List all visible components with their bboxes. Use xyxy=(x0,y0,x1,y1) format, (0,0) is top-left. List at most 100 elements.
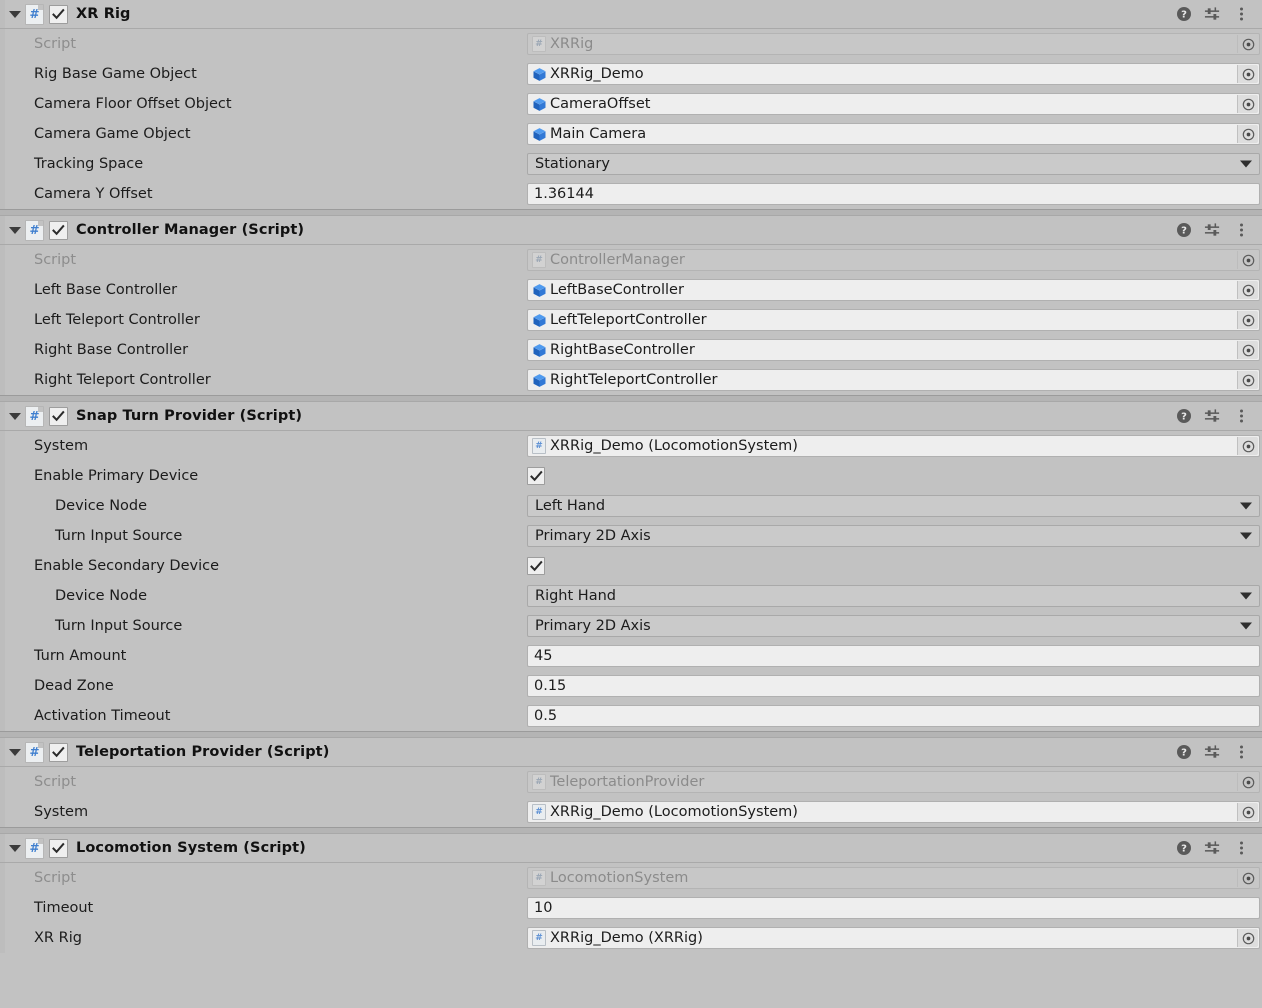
object-picker-icon[interactable] xyxy=(1237,311,1258,329)
foldout-arrow-icon[interactable] xyxy=(5,738,25,766)
help-icon[interactable]: ? xyxy=(1175,6,1192,23)
object-picker-icon[interactable] xyxy=(1237,341,1258,359)
script-file-icon: # xyxy=(25,3,44,25)
dropdown-field[interactable]: Left Hand xyxy=(527,495,1260,517)
foldout-arrow-icon[interactable] xyxy=(5,216,25,244)
text-input-field[interactable]: 45 xyxy=(527,645,1260,667)
header-left-strip xyxy=(0,0,5,28)
property-row: System # XRRig_Demo (LocomotionSystem) xyxy=(0,431,1262,461)
component-enabled-checkbox[interactable] xyxy=(49,406,68,426)
object-picker-icon[interactable] xyxy=(1237,251,1258,269)
property-row: Turn Input Source Primary 2D Axis xyxy=(0,521,1262,551)
component-enabled-checkbox[interactable] xyxy=(49,220,68,240)
foldout-arrow-icon[interactable] xyxy=(5,834,25,862)
dropdown-field[interactable]: Primary 2D Axis xyxy=(527,525,1260,547)
component-header[interactable]: # Locomotion System (Script)? xyxy=(0,834,1262,863)
header-icon-group: ? xyxy=(1175,6,1262,23)
text-input-field[interactable]: 0.5 xyxy=(527,705,1260,727)
component-header[interactable]: # Teleportation Provider (Script)? xyxy=(0,738,1262,767)
object-picker-icon[interactable] xyxy=(1237,281,1258,299)
text-input-field[interactable]: 1.36144 xyxy=(527,183,1260,205)
object-reference-field[interactable]: XRRig_Demo xyxy=(527,63,1260,85)
kebab-menu-icon[interactable] xyxy=(1233,840,1250,857)
kebab-menu-icon[interactable] xyxy=(1233,6,1250,23)
component-header[interactable]: # XR Rig? xyxy=(0,0,1262,29)
property-field: Primary 2D Axis xyxy=(527,611,1262,641)
object-reference-field[interactable]: LeftBaseController xyxy=(527,279,1260,301)
property-label: Turn Input Source xyxy=(55,618,183,634)
component-header[interactable]: # Controller Manager (Script)? xyxy=(0,216,1262,245)
preset-icon[interactable] xyxy=(1204,222,1221,239)
object-reference-field[interactable]: Main Camera xyxy=(527,123,1260,145)
object-reference-value: LocomotionSystem xyxy=(550,869,689,886)
property-row: Camera Game Object Main Camera xyxy=(0,119,1262,149)
svg-text:?: ? xyxy=(1181,844,1187,855)
dropdown-field[interactable]: Primary 2D Axis xyxy=(527,615,1260,637)
property-row: Script # LocomotionSystem xyxy=(0,863,1262,893)
kebab-menu-icon[interactable] xyxy=(1233,408,1250,425)
component-header[interactable]: # Snap Turn Provider (Script)? xyxy=(0,402,1262,431)
text-input-value: 10 xyxy=(534,900,553,916)
property-row: Camera Floor Offset Object CameraOffset xyxy=(0,89,1262,119)
property-field: # XRRig_Demo (LocomotionSystem) xyxy=(527,431,1262,461)
object-picker-icon[interactable] xyxy=(1237,371,1258,389)
object-reference-field[interactable]: # ControllerManager xyxy=(527,249,1260,271)
object-reference-field[interactable]: # XRRig_Demo (XRRig) xyxy=(527,927,1260,949)
component-separator xyxy=(0,731,1262,738)
object-reference-field[interactable]: RightTeleportController xyxy=(527,369,1260,391)
object-picker-icon[interactable] xyxy=(1237,803,1258,821)
preset-icon[interactable] xyxy=(1204,840,1221,857)
component-enabled-checkbox[interactable] xyxy=(49,4,68,24)
checkbox-field[interactable] xyxy=(527,557,545,575)
dropdown-field[interactable]: Stationary xyxy=(527,153,1260,175)
svg-text:?: ? xyxy=(1181,226,1187,237)
text-input-value: 0.15 xyxy=(534,678,567,694)
component-enabled-checkbox[interactable] xyxy=(49,838,68,858)
object-picker-icon[interactable] xyxy=(1237,35,1258,53)
preset-icon[interactable] xyxy=(1204,408,1221,425)
foldout-arrow-icon[interactable] xyxy=(5,0,25,28)
object-reference-value: LeftTeleportController xyxy=(550,311,707,328)
script-file-icon: # xyxy=(25,405,44,427)
property-row: Camera Y Offset 1.36144 xyxy=(0,179,1262,209)
script-hash-icon: # xyxy=(530,869,548,887)
kebab-menu-icon[interactable] xyxy=(1233,744,1250,761)
script-file-icon: # xyxy=(25,219,44,241)
object-picker-icon[interactable] xyxy=(1237,869,1258,887)
text-input-field[interactable]: 0.15 xyxy=(527,675,1260,697)
object-reference-field[interactable]: LeftTeleportController xyxy=(527,309,1260,331)
dropdown-value: Primary 2D Axis xyxy=(535,618,651,634)
component-separator xyxy=(0,209,1262,216)
dropdown-field[interactable]: Right Hand xyxy=(527,585,1260,607)
object-picker-icon[interactable] xyxy=(1237,929,1258,947)
object-picker-icon[interactable] xyxy=(1237,125,1258,143)
svg-text:?: ? xyxy=(1181,748,1187,759)
property-label: Camera Y Offset xyxy=(34,186,153,202)
help-icon[interactable]: ? xyxy=(1175,840,1192,857)
preset-icon[interactable] xyxy=(1204,6,1221,23)
help-icon[interactable]: ? xyxy=(1175,222,1192,239)
help-icon[interactable]: ? xyxy=(1175,408,1192,425)
object-reference-field[interactable]: # LocomotionSystem xyxy=(527,867,1260,889)
kebab-menu-icon[interactable] xyxy=(1233,222,1250,239)
object-reference-field[interactable]: # TeleportationProvider xyxy=(527,771,1260,793)
property-field: # TeleportationProvider xyxy=(527,767,1262,797)
object-reference-field[interactable]: CameraOffset xyxy=(527,93,1260,115)
object-picker-icon[interactable] xyxy=(1237,95,1258,113)
object-reference-field[interactable]: # XRRig_Demo (LocomotionSystem) xyxy=(527,435,1260,457)
object-picker-icon[interactable] xyxy=(1237,437,1258,455)
object-reference-field[interactable]: RightBaseController xyxy=(527,339,1260,361)
text-input-field[interactable]: 10 xyxy=(527,897,1260,919)
help-icon[interactable]: ? xyxy=(1175,744,1192,761)
object-reference-field[interactable]: # XRRig_Demo (LocomotionSystem) xyxy=(527,801,1260,823)
header-left-strip xyxy=(0,834,5,862)
component-enabled-checkbox[interactable] xyxy=(49,742,68,762)
preset-icon[interactable] xyxy=(1204,744,1221,761)
property-label: Turn Input Source xyxy=(55,528,183,544)
object-reference-field[interactable]: # XRRig xyxy=(527,33,1260,55)
checkbox-field[interactable] xyxy=(527,467,545,485)
script-file-icon: # xyxy=(25,837,44,859)
object-picker-icon[interactable] xyxy=(1237,65,1258,83)
object-picker-icon[interactable] xyxy=(1237,773,1258,791)
foldout-arrow-icon[interactable] xyxy=(5,402,25,430)
